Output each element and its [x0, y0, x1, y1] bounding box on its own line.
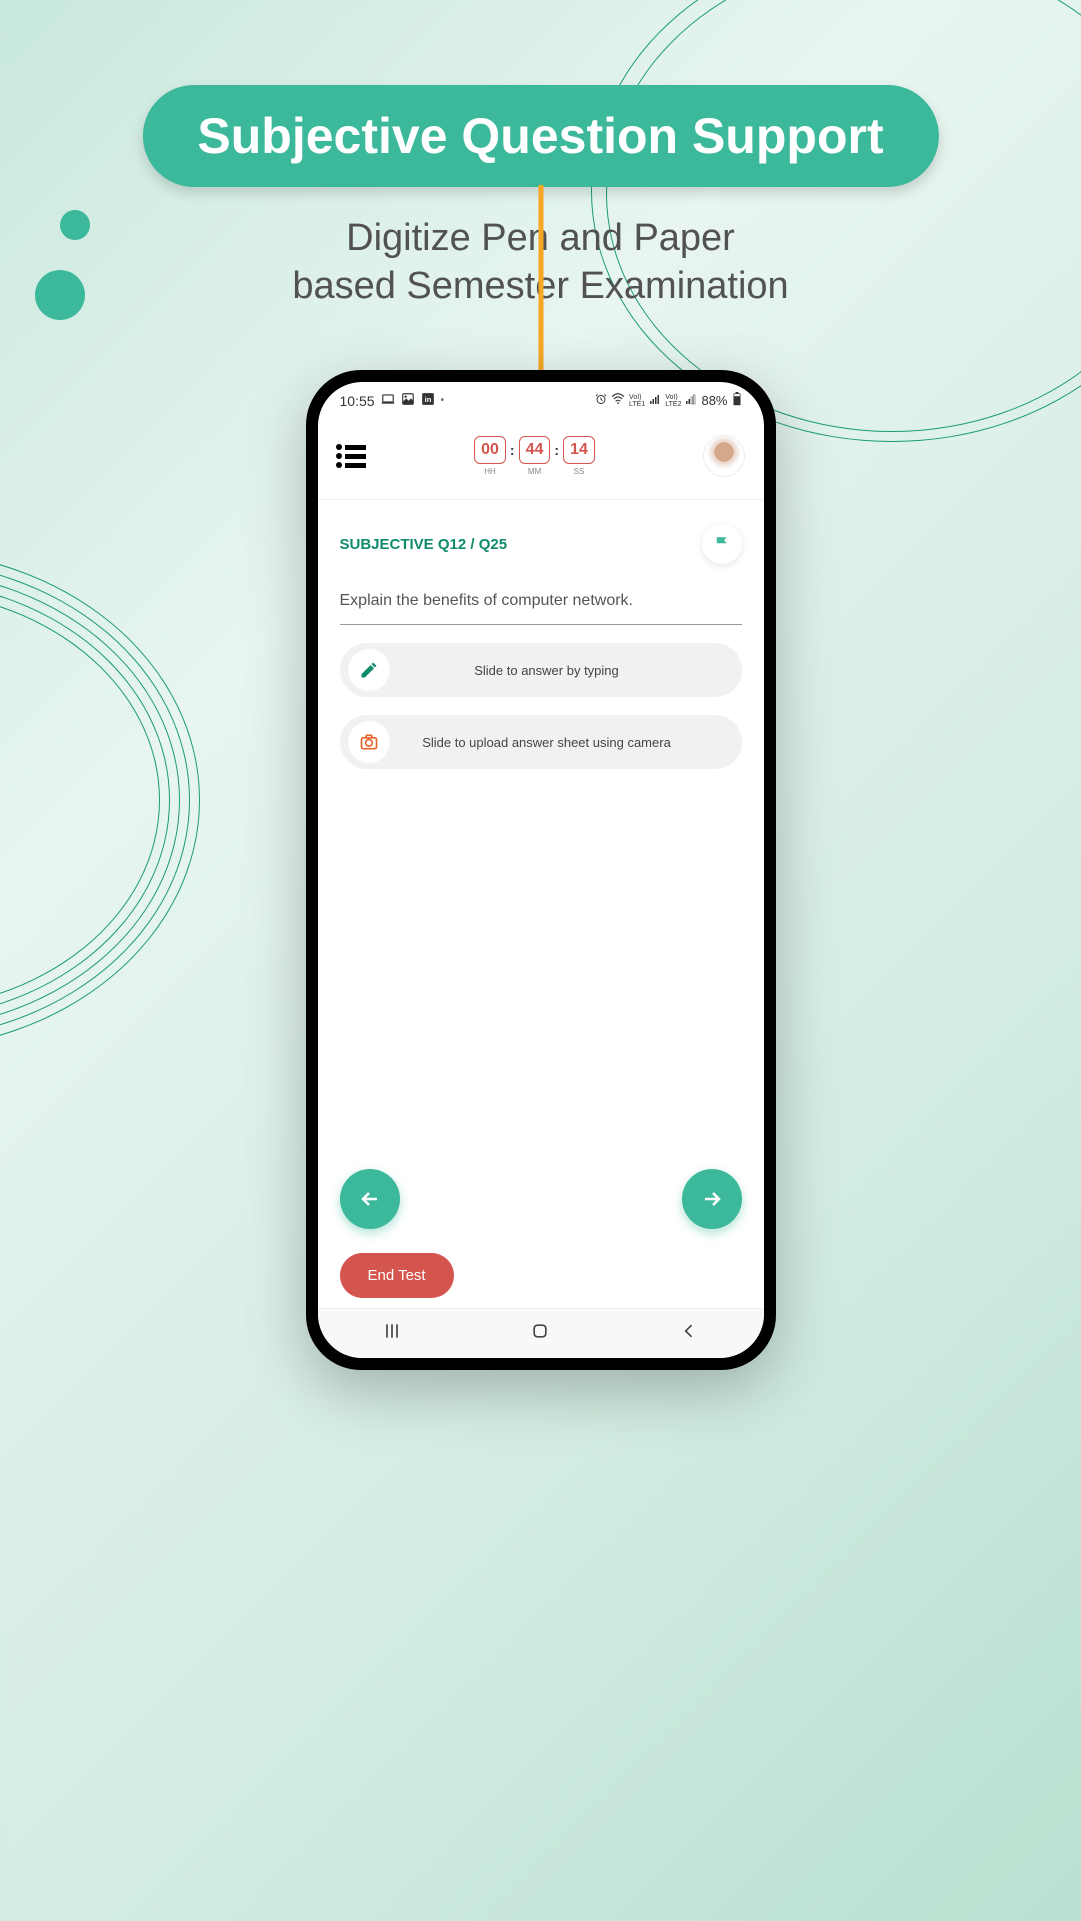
decorative-dot: [60, 210, 90, 240]
timer-seconds: 14: [563, 436, 595, 464]
status-time: 10:55: [340, 393, 375, 409]
svg-text:in: in: [424, 395, 431, 404]
question-text: Explain the benefits of computer network…: [318, 572, 764, 624]
decorative-dot: [35, 270, 85, 320]
arrow-right-icon: [700, 1187, 724, 1211]
end-test-button[interactable]: End Test: [340, 1253, 454, 1298]
phone-frame: 10:55 in • VoI)LTE1: [306, 370, 776, 1370]
back-button[interactable]: [679, 1321, 699, 1347]
status-bar: 10:55 in • VoI)LTE1: [318, 382, 764, 415]
flag-icon: [713, 535, 731, 553]
flag-button[interactable]: [702, 524, 742, 564]
timer-minutes: 44: [519, 436, 551, 464]
user-avatar[interactable]: [703, 435, 745, 477]
alarm-icon: [595, 393, 607, 408]
arrow-left-icon: [358, 1187, 382, 1211]
recent-apps-button[interactable]: [382, 1321, 402, 1347]
wifi-icon: [611, 392, 625, 409]
question-counter: SUBJECTIVE Q12 / Q25: [340, 536, 508, 553]
home-button[interactable]: [530, 1321, 550, 1347]
signal-icon: [649, 393, 661, 408]
battery-percent: 88%: [701, 393, 727, 408]
divider: [340, 624, 742, 625]
slide-to-type[interactable]: Slide to answer by typing: [340, 643, 742, 697]
slide-to-camera[interactable]: Slide to upload answer sheet using camer…: [340, 715, 742, 769]
linkedin-icon: in: [421, 392, 435, 409]
signal-icon-2: [685, 393, 697, 408]
question-header: SUBJECTIVE Q12 / Q25: [318, 500, 764, 572]
decorative-curves-left: [0, 550, 200, 1050]
menu-icon[interactable]: [336, 444, 366, 468]
image-icon: [401, 392, 415, 409]
phone-screen: 10:55 in • VoI)LTE1: [318, 382, 764, 1358]
page-heading: Subjective Question Support: [142, 85, 938, 187]
pencil-icon: [348, 649, 390, 691]
android-nav-bar: [318, 1308, 764, 1358]
camera-icon: [348, 721, 390, 763]
timer-hours: 00: [474, 436, 506, 464]
bottom-navigation: End Test: [318, 1169, 764, 1298]
laptop-icon: [381, 392, 395, 409]
app-header: 00 HH : 44 MM : 14 SS: [318, 415, 764, 489]
countdown-timer: 00 HH : 44 MM : 14 SS: [474, 436, 595, 476]
connector-line: [538, 185, 543, 385]
battery-icon: [732, 392, 742, 409]
lte2-label: VoI)LTE2: [665, 394, 681, 408]
previous-button[interactable]: [340, 1169, 400, 1229]
next-button[interactable]: [682, 1169, 742, 1229]
lte1-label: VoI)LTE1: [629, 394, 645, 408]
